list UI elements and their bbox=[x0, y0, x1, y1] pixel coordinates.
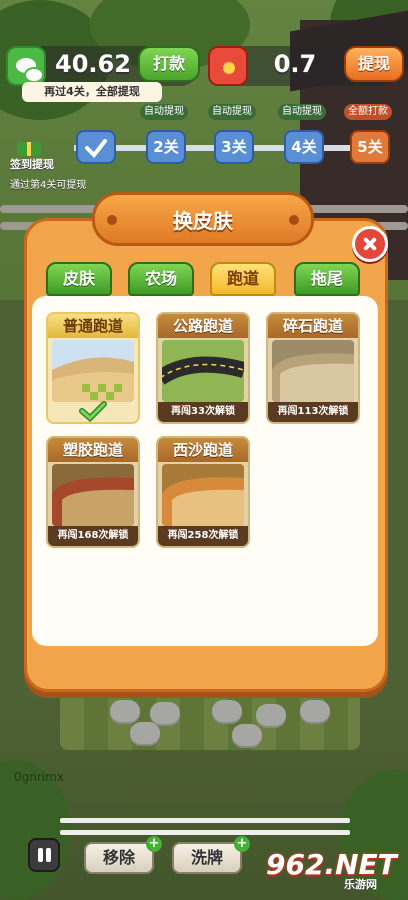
shuffle-button[interactable]: 洗牌 bbox=[172, 842, 242, 874]
tab-track[interactable]: 跑道 bbox=[210, 262, 276, 296]
track-preview bbox=[272, 340, 354, 402]
unlock-status: 再闯168次解锁 bbox=[48, 526, 138, 546]
skin-card-rubber-track[interactable]: 塑胶跑道 再闯168次解锁 bbox=[46, 436, 140, 548]
add-remove-icon[interactable]: + bbox=[146, 836, 162, 852]
watermark-site: 乐游网 bbox=[344, 878, 377, 891]
level-tag: 自动提现 bbox=[140, 104, 188, 120]
unlock-status: 再闯113次解锁 bbox=[268, 402, 358, 422]
level-node: 3关 bbox=[214, 130, 254, 164]
withdraw-button[interactable]: 提现 bbox=[344, 46, 404, 82]
gift-icon bbox=[17, 142, 41, 156]
level-node-1-check bbox=[76, 130, 116, 164]
check-icon bbox=[85, 139, 107, 159]
card-title: 普通跑道 bbox=[48, 314, 138, 338]
red-envelope-icon bbox=[208, 46, 248, 86]
wechat-icon bbox=[6, 46, 46, 86]
watermark-logo: 962.NET 乐游网 bbox=[266, 848, 406, 896]
track-preview bbox=[52, 340, 134, 402]
redpack-amount: 0.7 bbox=[273, 50, 317, 78]
withdraw-hint-banner: 再过4关，全部提现 bbox=[22, 82, 162, 102]
card-title: 西沙跑道 bbox=[158, 438, 248, 462]
remove-button[interactable]: 移除 bbox=[84, 842, 154, 874]
skin-card-road-track[interactable]: 公路跑道 再闯33次解锁 bbox=[156, 312, 250, 424]
tab-trail[interactable]: 拖尾 bbox=[294, 262, 360, 296]
skin-card-gravel-track[interactable]: 碎石跑道 再闯113次解锁 bbox=[266, 312, 360, 424]
modal-header: 换皮肤 bbox=[92, 192, 314, 246]
balance-amount: 40.62 bbox=[55, 50, 131, 78]
level-tag: 自动提现 bbox=[208, 104, 256, 120]
checkin-label[interactable]: 签到提现 bbox=[10, 156, 54, 172]
level-node: 5关 bbox=[350, 130, 390, 164]
unlock-status: 再闯258次解锁 bbox=[158, 526, 248, 546]
add-shuffle-icon[interactable]: + bbox=[234, 836, 250, 852]
tab-skin[interactable]: 皮肤 bbox=[46, 262, 112, 296]
card-title: 碎石跑道 bbox=[268, 314, 358, 338]
level-node: 2关 bbox=[146, 130, 186, 164]
level-node: 4关 bbox=[284, 130, 324, 164]
track-preview bbox=[162, 464, 244, 526]
card-title: 公路跑道 bbox=[158, 314, 248, 338]
selected-check-icon bbox=[79, 401, 107, 422]
skin-card-normal-track[interactable]: 普通跑道 bbox=[46, 312, 140, 424]
fence bbox=[60, 818, 350, 835]
pause-button[interactable] bbox=[28, 838, 60, 872]
card-title: 塑胶跑道 bbox=[48, 438, 138, 462]
track-preview bbox=[162, 340, 244, 402]
skin-card-sand-track[interactable]: 西沙跑道 再闯258次解锁 bbox=[156, 436, 250, 548]
track-preview bbox=[52, 464, 134, 526]
tab-farm[interactable]: 农场 bbox=[128, 262, 194, 296]
level-tag: 自动提现 bbox=[278, 104, 326, 120]
modal-title: 换皮肤 bbox=[173, 209, 233, 233]
level-tag: 全额打款 bbox=[344, 104, 392, 120]
unlock-status: 再闯33次解锁 bbox=[158, 402, 248, 422]
checkin-subtitle: 通过第4关可提现 bbox=[10, 180, 87, 191]
cash-button[interactable]: 打款 bbox=[138, 46, 200, 82]
watermark-number: 962.NET bbox=[266, 848, 397, 881]
close-button[interactable] bbox=[352, 226, 388, 262]
user-id: 0gnrimx bbox=[14, 770, 64, 784]
